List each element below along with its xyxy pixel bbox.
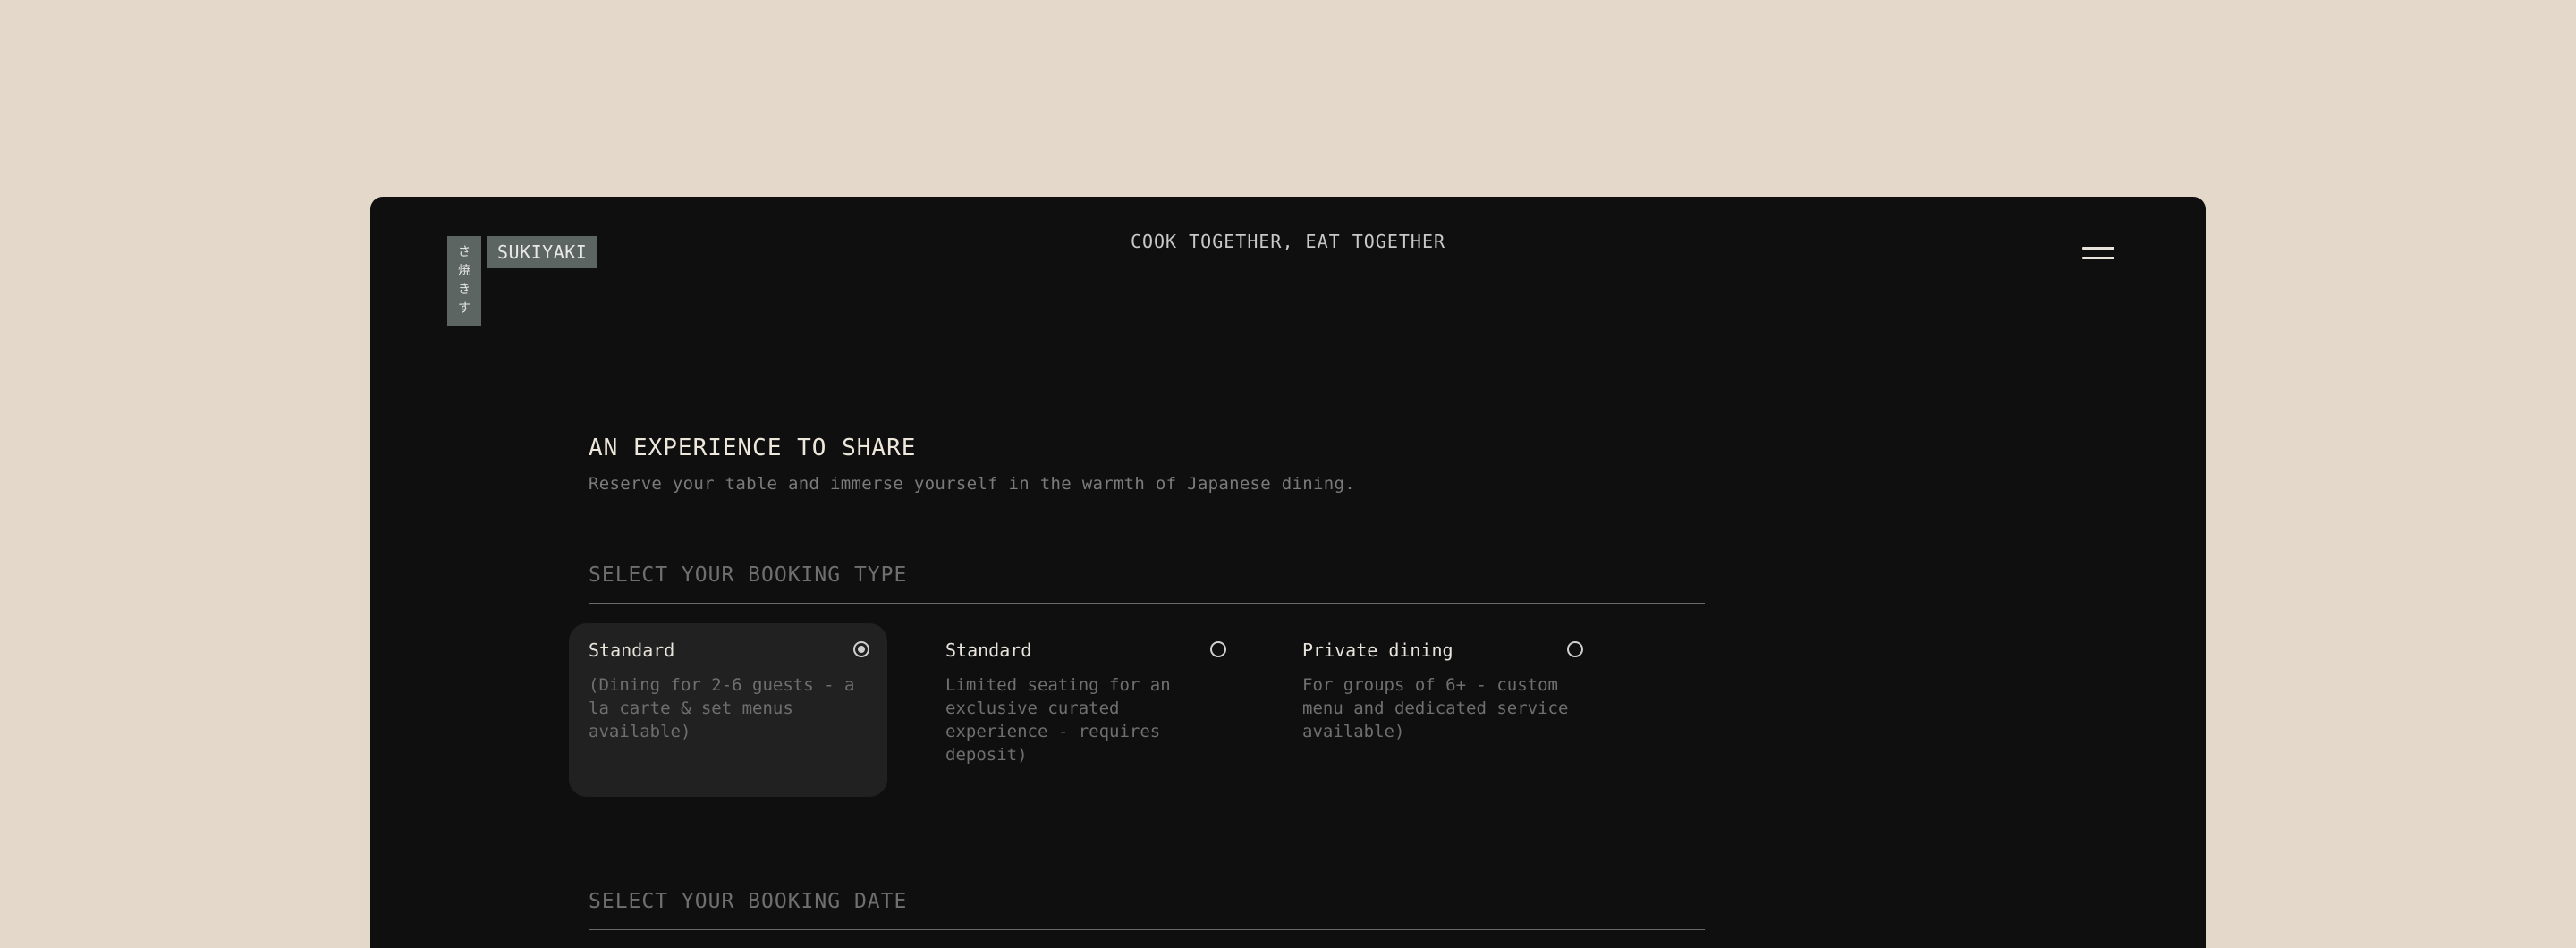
booking-date-label: SELECT YOUR BOOKING DATE <box>589 890 1705 930</box>
booking-option-standard[interactable]: Standard (Dining for 2-6 guests - a la c… <box>569 623 887 797</box>
radio-unselected-icon[interactable] <box>1210 641 1226 657</box>
logo-char: す <box>458 301 470 316</box>
radio-unselected-icon[interactable] <box>1567 641 1583 657</box>
option-title: Private dining <box>1302 639 1453 661</box>
booking-option-private-dining[interactable]: Private dining For groups of 6+ - custom… <box>1283 623 1601 797</box>
logo-char: 焼 <box>458 264 470 278</box>
page-subtitle: Reserve your table and immerse yourself … <box>589 474 1355 494</box>
option-title: Standard <box>945 639 1032 661</box>
radio-selected-icon[interactable] <box>853 641 869 657</box>
logo-char: き <box>458 283 470 297</box>
tagline: COOK TOGETHER, EAT TOGETHER <box>1130 231 1446 252</box>
option-title: Standard <box>589 639 675 661</box>
option-description: For groups of 6+ - custom menu and dedic… <box>1302 675 1569 741</box>
booking-type-label: SELECT YOUR BOOKING TYPE <box>589 563 1705 604</box>
menu-line <box>2082 247 2114 250</box>
booking-type-options: Standard (Dining for 2-6 guests - a la c… <box>569 604 1705 890</box>
booking-option-standard-exclusive[interactable]: Standard Limited seating for an exclusiv… <box>926 623 1244 797</box>
menu-line <box>2082 257 2114 259</box>
option-description: (Dining for 2-6 guests - a la carte & se… <box>589 675 855 741</box>
page-title: AN EXPERIENCE TO SHARE <box>589 435 917 461</box>
option-description: Limited seating for an exclusive curated… <box>945 675 1171 765</box>
booking-content: AN EXPERIENCE TO SHARE Reserve your tabl… <box>569 435 1705 930</box>
booking-panel: さ 焼 き す SUKIYAKI COOK TOGETHER, EAT TOGE… <box>370 197 2206 948</box>
hamburger-menu-icon[interactable] <box>2082 245 2114 263</box>
